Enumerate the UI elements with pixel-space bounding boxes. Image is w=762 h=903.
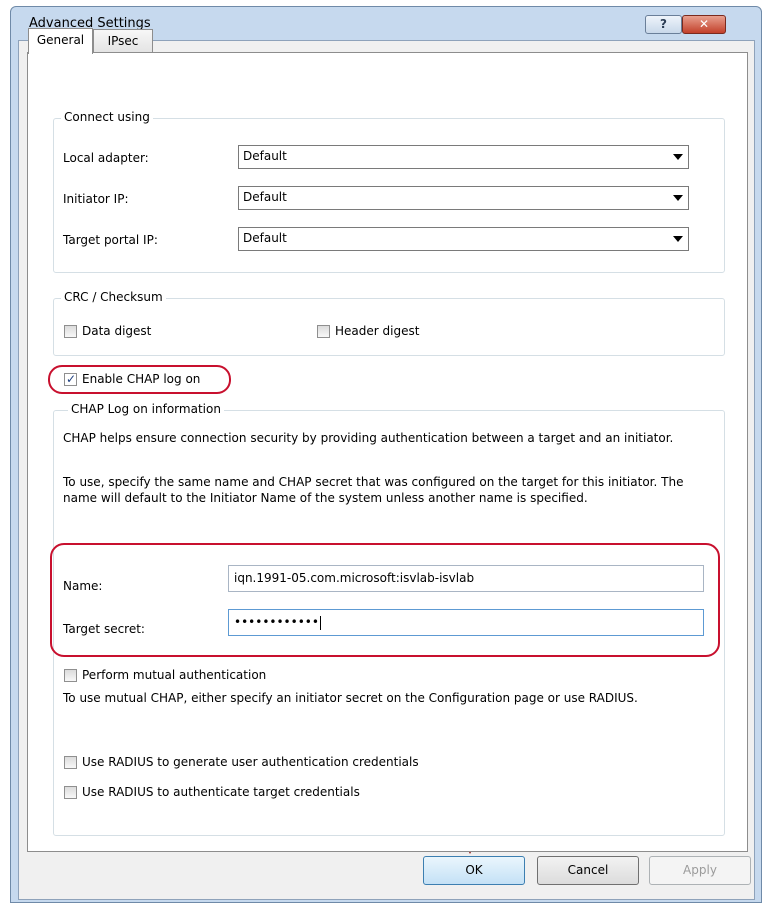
crc-checksum-title: CRC / Checksum: [61, 290, 166, 304]
data-digest-checkbox[interactable]: [64, 325, 77, 338]
chevron-down-icon: [673, 195, 683, 201]
mutual-auth-label: Perform mutual authentication: [82, 668, 267, 682]
chap-instructions: To use, specify the same name and CHAP s…: [63, 475, 684, 505]
radius-authenticate-label: Use RADIUS to authenticate target creden…: [82, 785, 360, 799]
enable-chap-highlight: [48, 365, 231, 394]
header-digest-label: Header digest: [335, 324, 420, 338]
general-tab-panel: Connect using Local adapter: Default Ini…: [27, 52, 748, 852]
close-button[interactable]: ✕: [682, 15, 726, 34]
chevron-down-icon: [673, 236, 683, 242]
data-digest-label: Data digest: [82, 324, 152, 338]
header-digest-checkbox[interactable]: [317, 325, 330, 338]
tab-general[interactable]: General: [28, 28, 93, 54]
local-adapter-select[interactable]: Default: [238, 145, 689, 169]
tab-ipsec[interactable]: IPsec: [93, 29, 153, 53]
mutual-auth-description: To use mutual CHAP, either specify an in…: [63, 691, 638, 705]
local-adapter-label: Local adapter:: [63, 151, 149, 165]
radius-authenticate-checkbox[interactable]: [64, 786, 77, 799]
target-portal-ip-select[interactable]: Default: [238, 227, 689, 251]
radius-generate-checkbox[interactable]: [64, 756, 77, 769]
mutual-auth-checkbox[interactable]: [64, 669, 77, 682]
ok-button[interactable]: OK: [423, 856, 525, 885]
chap-description: CHAP helps ensure connection security by…: [63, 431, 674, 445]
radius-generate-label: Use RADIUS to generate user authenticati…: [82, 755, 419, 769]
initiator-ip-select[interactable]: Default: [238, 186, 689, 210]
target-portal-ip-label: Target portal IP:: [63, 233, 158, 247]
initiator-ip-label: Initiator IP:: [63, 192, 129, 206]
cancel-button[interactable]: Cancel: [537, 856, 639, 885]
help-button[interactable]: ?: [645, 15, 682, 34]
connect-using-title: Connect using: [61, 110, 153, 124]
chap-logon-title: CHAP Log on information: [68, 402, 224, 416]
credentials-highlight: [50, 543, 720, 657]
chevron-down-icon: [673, 154, 683, 160]
apply-button[interactable]: Apply: [649, 856, 751, 885]
